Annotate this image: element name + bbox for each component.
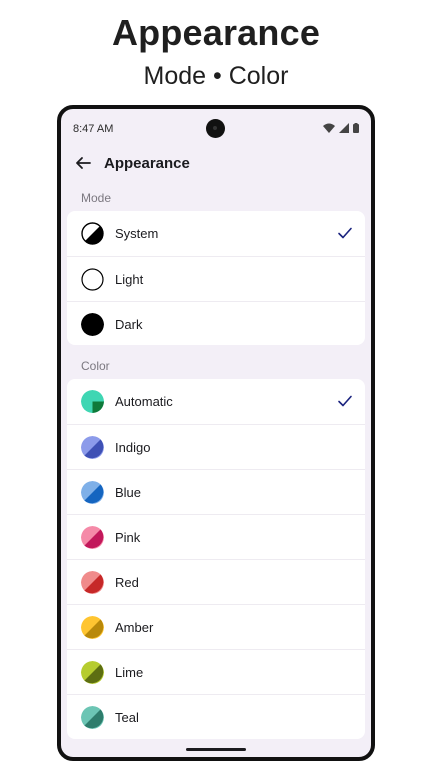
color-option-label: Pink	[115, 529, 141, 545]
filled-circle-icon	[81, 313, 104, 336]
app-bar: Appearance	[61, 149, 371, 179]
color-option-label: Lime	[115, 664, 144, 680]
color-swatch-icon	[81, 526, 104, 549]
color-options-card: Automatic Indigo Blue Pink Red Amber Lim…	[67, 379, 365, 739]
mode-option-label: System	[115, 226, 159, 241]
camera-cutout	[206, 119, 225, 138]
home-indicator[interactable]	[186, 748, 246, 751]
cell-signal-icon	[339, 123, 349, 133]
mode-option-light[interactable]: Light	[67, 256, 365, 301]
mode-option-dark[interactable]: Dark	[67, 301, 365, 345]
color-option-lime[interactable]: Lime	[67, 649, 365, 694]
back-button[interactable]	[71, 151, 95, 175]
mode-section-header: Mode	[81, 191, 112, 205]
mode-option-label: Light	[115, 271, 144, 287]
wifi-icon	[323, 123, 335, 133]
color-option-label: Blue	[115, 484, 142, 500]
status-bar: 8:47 AM	[61, 109, 371, 149]
color-swatch-icon	[81, 390, 104, 413]
arrow-left-icon	[76, 157, 91, 169]
color-option-label: Automatic	[115, 394, 173, 409]
color-swatch-icon	[81, 706, 104, 729]
half-contrast-icon	[81, 222, 104, 245]
outline-circle-icon	[81, 268, 104, 291]
color-option-teal[interactable]: Teal	[67, 694, 365, 739]
color-option-label: Amber	[115, 619, 154, 635]
color-option-automatic[interactable]: Automatic	[67, 379, 365, 424]
status-icons	[323, 123, 359, 133]
color-option-label: Teal	[115, 709, 139, 725]
color-swatch-icon	[81, 481, 104, 504]
color-swatch-icon	[81, 616, 104, 639]
color-swatch-icon	[81, 571, 104, 594]
color-option-label: Indigo	[115, 439, 151, 455]
promo-subtitle: Mode • Color	[143, 62, 289, 90]
color-section-header: Color	[81, 359, 110, 373]
color-swatch-icon	[81, 661, 104, 684]
page-title: Appearance	[104, 155, 190, 172]
color-option-label: Red	[115, 574, 139, 590]
color-option-blue[interactable]: Blue	[67, 469, 365, 514]
mode-options-card: System Light Dark	[67, 211, 365, 345]
color-option-pink[interactable]: Pink	[67, 514, 365, 559]
checkmark-icon	[338, 395, 352, 407]
battery-icon	[353, 123, 359, 133]
status-time: 8:47 AM	[73, 123, 114, 135]
color-option-indigo[interactable]: Indigo	[67, 424, 365, 469]
color-swatch-icon	[81, 436, 104, 459]
color-option-amber[interactable]: Amber	[67, 604, 365, 649]
mode-option-system[interactable]: System	[67, 211, 365, 256]
checkmark-icon	[338, 227, 352, 239]
mode-option-label: Dark	[115, 316, 143, 332]
phone-frame: 8:47 AM Appearance Mode System Light Dar…	[57, 105, 375, 761]
color-option-red[interactable]: Red	[67, 559, 365, 604]
promo-title: Appearance	[111, 12, 321, 53]
